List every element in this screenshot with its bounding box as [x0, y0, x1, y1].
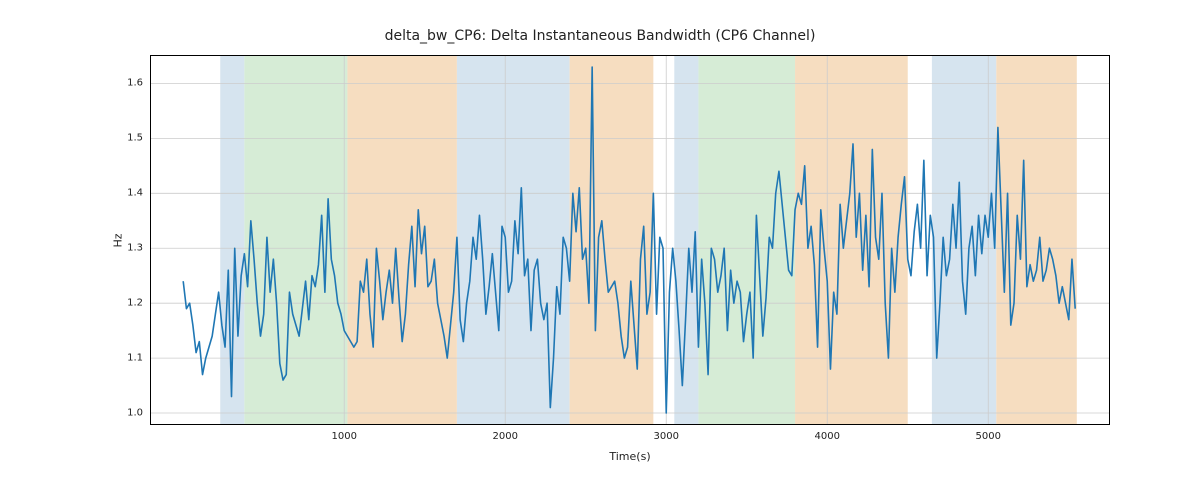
x-tick-label: 5000 — [976, 431, 1001, 442]
y-tick-label: 1.6 — [103, 78, 143, 89]
x-tick-label: 3000 — [653, 431, 678, 442]
axes-frame: 10002000300040005000 1.01.11.21.31.41.51… — [150, 55, 1110, 425]
y-tick-label: 1.1 — [103, 353, 143, 364]
y-tick-label: 1.4 — [103, 188, 143, 199]
shaded-span — [698, 56, 795, 424]
figure: delta_bw_CP6: Delta Instantaneous Bandwi… — [0, 0, 1200, 500]
chart-title: delta_bw_CP6: Delta Instantaneous Bandwi… — [0, 28, 1200, 44]
x-axis-label: Time(s) — [150, 450, 1110, 463]
x-tick-label: 1000 — [331, 431, 356, 442]
shaded-span — [347, 56, 456, 424]
shaded-span — [932, 56, 996, 424]
y-tick-label: 1.0 — [103, 408, 143, 419]
y-tick-label: 1.3 — [103, 243, 143, 254]
x-tick-label: 4000 — [815, 431, 840, 442]
y-tick-label: 1.5 — [103, 133, 143, 144]
y-axis-label: Hz — [112, 55, 124, 425]
y-tick-label: 1.2 — [103, 298, 143, 309]
plot-svg — [151, 56, 1109, 424]
shaded-span — [244, 56, 347, 424]
x-tick-label: 2000 — [492, 431, 517, 442]
shaded-spans-group — [220, 56, 1077, 424]
